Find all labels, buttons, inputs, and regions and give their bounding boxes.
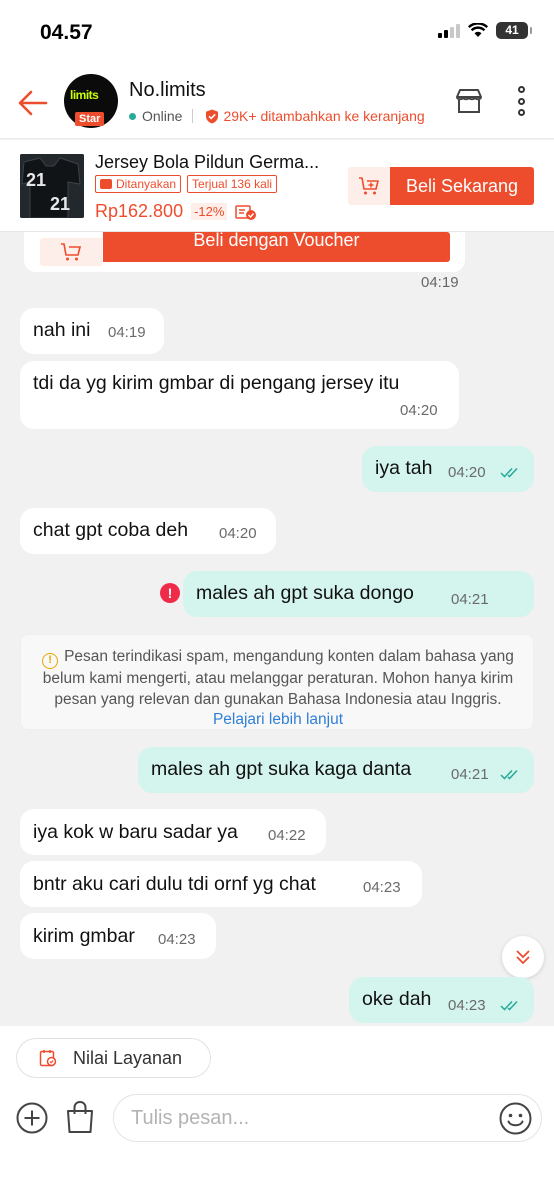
back-arrow-icon — [18, 90, 48, 116]
cellular-signal-icon — [438, 23, 460, 38]
message-time: 04:20 — [400, 402, 438, 419]
shop-button[interactable] — [454, 86, 484, 116]
message-incoming[interactable]: nah ini 04:19 — [20, 308, 164, 354]
message-time: 04:20 — [219, 525, 257, 542]
message-time: 04:21 — [451, 766, 489, 783]
add-to-cart-button[interactable] — [348, 167, 390, 205]
status-icons: 41 — [438, 22, 532, 39]
product-price-row: Rp162.800 -12% — [95, 201, 257, 222]
message-text: males ah gpt suka kaga danta — [151, 758, 412, 780]
svg-text:21: 21 — [26, 170, 46, 190]
voucher-time: 04:19 — [421, 274, 459, 291]
battery-icon: 41 — [496, 22, 532, 39]
learn-more-link[interactable]: Pelajari lebih lanjut — [213, 711, 343, 728]
chat-bubble-icon — [100, 179, 112, 189]
meta-divider — [192, 109, 194, 123]
message-time: 04:20 — [448, 464, 486, 481]
message-incoming[interactable]: bntr aku cari dulu tdi ornf yg chat 04:2… — [20, 861, 422, 907]
wifi-icon — [468, 23, 488, 37]
message-outgoing[interactable]: iya tah 04:20 — [362, 446, 534, 492]
voucher-check-icon — [235, 204, 257, 220]
message-time: 04:22 — [268, 827, 306, 844]
product-title[interactable]: Jersey Bola Pildun Germa... — [95, 152, 319, 173]
product-bar[interactable]: 21 21 Jersey Bola Pildun Germa... Ditany… — [0, 140, 554, 232]
message-incoming[interactable]: tdi da yg kirim gmbar di pengang jersey … — [20, 361, 459, 429]
scroll-to-bottom-button[interactable] — [502, 936, 544, 978]
discount-badge: -12% — [191, 203, 228, 220]
shield-check-icon — [206, 109, 219, 123]
emoji-icon[interactable] — [499, 1102, 532, 1135]
spam-notice-text: Pesan terindikasi spam, mengandung konte… — [42, 648, 514, 708]
more-vertical-icon — [517, 86, 525, 93]
voucher-cart-button[interactable] — [40, 238, 102, 266]
product-tags: Ditanyakan Terjual 136 kali — [95, 175, 278, 193]
composer-area: Nilai Layanan — [0, 1026, 554, 1199]
message-incoming[interactable]: chat gpt coba deh 04:20 — [20, 508, 276, 554]
warning-icon: ! — [42, 653, 59, 669]
message-incoming[interactable]: iya kok w baru sadar ya 04:22 — [20, 809, 326, 855]
message-input[interactable] — [113, 1094, 542, 1142]
product-price: Rp162.800 — [95, 201, 184, 221]
status-time: 04.57 — [40, 21, 93, 44]
svg-text:21: 21 — [50, 194, 70, 214]
rate-service-button[interactable]: Nilai Layanan — [16, 1038, 211, 1078]
message-time: 04:23 — [363, 879, 401, 896]
chevron-double-down-icon — [516, 950, 530, 965]
error-icon[interactable]: ! — [160, 583, 180, 603]
message-time: 04:23 — [448, 997, 486, 1014]
message-text: bntr aku cari dulu tdi ornf yg chat — [33, 873, 316, 895]
shop-meta: Online 29K+ ditambahkan ke keranjang — [129, 108, 425, 124]
shopping-bag-icon[interactable] — [65, 1100, 95, 1134]
more-options-button[interactable] — [508, 84, 534, 118]
message-incoming[interactable]: kirim gmbar 04:23 — [20, 913, 216, 959]
cart-added-count: 29K+ ditambahkan ke keranjang — [223, 108, 425, 124]
message-time: 04:21 — [451, 591, 489, 608]
back-button[interactable] — [16, 86, 50, 120]
spam-notice: ! Pesan terindikasi spam, mengandung kont… — [20, 634, 534, 730]
message-text: nah ini — [33, 319, 91, 341]
shop-name[interactable]: No.limits — [129, 79, 206, 102]
message-text: iya tah — [375, 457, 433, 479]
online-dot — [129, 112, 136, 120]
message-text: males ah gpt suka dongo — [196, 582, 414, 604]
tag-asked: Ditanyakan — [95, 175, 182, 193]
jersey-image: 21 21 — [20, 154, 84, 218]
avatar-logo-text: limits — [70, 88, 99, 102]
cart-plus-icon — [61, 243, 82, 261]
shop-icon — [456, 89, 482, 113]
plus-circle-icon[interactable] — [16, 1102, 48, 1134]
message-time: 04:23 — [158, 931, 196, 948]
product-thumbnail[interactable]: 21 21 — [20, 154, 84, 218]
voucher-card: Beli dengan Voucher — [24, 232, 465, 272]
cart-plus-icon — [359, 177, 379, 195]
rate-service-label: Nilai Layanan — [73, 1047, 183, 1068]
message-outgoing[interactable]: oke dah 04:23 — [349, 977, 534, 1023]
message-text: oke dah — [362, 988, 432, 1010]
message-text: tdi da yg kirim gmbar di pengang jersey … — [33, 372, 400, 394]
message-text: iya kok w baru sadar ya — [33, 821, 238, 843]
tag-asked-label: Ditanyakan — [116, 177, 177, 191]
message-outgoing-failed[interactable]: males ah gpt suka dongo 04:21 — [183, 571, 534, 617]
star-seller-badge: Star — [75, 112, 105, 126]
buy-with-voucher-button[interactable]: Beli dengan Voucher — [103, 232, 450, 262]
status-bar: 04.57 41 — [0, 0, 554, 66]
chat-area[interactable]: Beli dengan Voucher 04:19 nah ini 04:19 … — [0, 232, 554, 1026]
buy-now-button[interactable]: Beli Sekarang — [390, 167, 534, 205]
online-status: Online — [142, 108, 183, 124]
message-text: chat gpt coba deh — [33, 519, 189, 541]
tag-sold: Terjual 136 kali — [187, 175, 278, 193]
message-time: 04:19 — [108, 324, 146, 341]
rate-service-icon — [39, 1050, 57, 1067]
read-tick-icon — [500, 467, 518, 478]
chat-header: limits Star No.limits Online 29K+ ditamb… — [0, 66, 554, 139]
message-text: kirim gmbar — [33, 925, 135, 947]
spam-notice-body: ! Pesan terindikasi spam, mengandung kont… — [21, 647, 535, 731]
read-tick-icon — [500, 1000, 518, 1011]
message-outgoing[interactable]: males ah gpt suka kaga danta 04:21 — [138, 747, 534, 793]
read-tick-icon — [500, 769, 518, 780]
